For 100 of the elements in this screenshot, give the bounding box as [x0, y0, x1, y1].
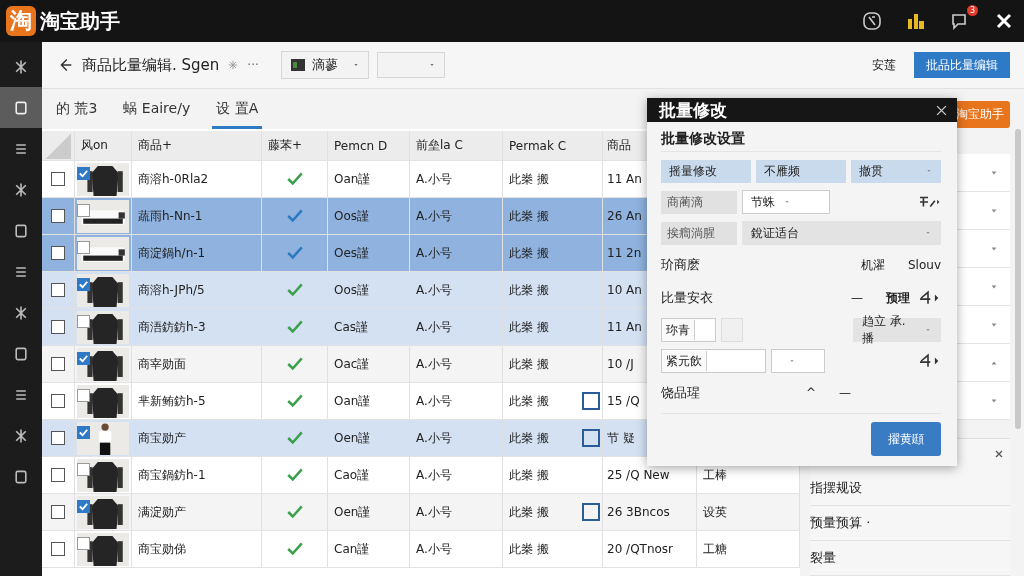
sidebar-icon	[13, 427, 29, 444]
app-logo: 淘	[6, 6, 36, 36]
input-field[interactable]: 珎青	[661, 318, 716, 342]
table-cell: 此桊 搬	[509, 429, 549, 447]
image-checkbox[interactable]	[77, 204, 90, 217]
category-dropdown[interactable]: 滴蓼	[280, 51, 369, 79]
panel-item[interactable]: 裂量	[810, 541, 1010, 576]
tab[interactable]: 的 荒3	[52, 89, 102, 129]
table-cell: 此桊 搬	[509, 540, 549, 558]
column-header[interactable]: Permak C	[503, 131, 603, 160]
option-label: 预理	[886, 289, 910, 307]
tab[interactable]: 设 置A	[212, 89, 263, 129]
image-checkbox[interactable]	[77, 167, 90, 180]
notification-badge: 3	[966, 5, 978, 16]
table-cell: Oan謹	[328, 161, 410, 197]
row-checkbox[interactable]	[51, 320, 65, 334]
table-cell: Oan謹	[328, 383, 410, 419]
sidebar-item[interactable]	[0, 87, 42, 128]
caret-icon[interactable]	[990, 396, 998, 405]
image-checkbox[interactable]	[77, 537, 90, 550]
table-row[interactable]: 满淀勋产 Oen謹 A.小号 此桊 搬 26 3Bncos 设英	[42, 494, 800, 531]
table-cell: 此桊 搬	[509, 392, 549, 410]
sparkle-icon	[227, 59, 240, 71]
close-icon[interactable]	[994, 11, 1014, 31]
row-checkbox[interactable]	[51, 172, 65, 186]
table-cell: A.小号	[410, 420, 503, 456]
caret-icon[interactable]	[990, 320, 998, 329]
confirm-button[interactable]: 擢黄頲	[871, 422, 941, 456]
product-name: 商浯鈁鈁h-3	[132, 309, 262, 345]
sidebar-icon	[13, 468, 29, 485]
table-cell: Oes謹	[328, 235, 410, 271]
caret-icon[interactable]	[990, 206, 998, 215]
option-chip[interactable]: 摇量修改	[661, 159, 751, 183]
row-checkbox[interactable]	[51, 394, 65, 408]
product-name: 满淀勋产	[132, 494, 262, 530]
row-checkbox[interactable]	[51, 431, 65, 445]
dialog-title: 批量修改	[659, 98, 727, 122]
row-checkbox[interactable]	[51, 283, 65, 297]
table-cell: A.小号	[410, 346, 503, 382]
row-checkbox[interactable]	[51, 357, 65, 371]
product-name: 商宰勋面	[132, 346, 262, 382]
row-checkbox[interactable]	[51, 505, 65, 519]
image-checkbox[interactable]	[77, 315, 90, 328]
table-cell: 此桊 搬	[509, 281, 549, 299]
panel-item[interactable]: 指摆规设	[810, 471, 1010, 506]
option-chip[interactable]: 不雁频	[756, 159, 846, 183]
more-button[interactable]: ···	[247, 58, 259, 72]
table-cell: Oac謹	[328, 346, 410, 382]
row-checkbox[interactable]	[51, 209, 65, 223]
product-name: 蔬雨h-Nn-1	[132, 198, 262, 234]
table-cell: 此桊 搬	[509, 355, 549, 373]
field-label: 商蔺滴	[661, 190, 737, 214]
caret-icon[interactable]	[990, 244, 998, 253]
field-label: 挨癎淌腥	[661, 221, 737, 245]
settings-link[interactable]: 安莲	[872, 56, 896, 74]
product-name: 芈新鲔鈁h-5	[132, 383, 262, 419]
table-row[interactable]: 商宝鍋鈁h-1 Cao謹 A.小号 此桊 搬 25 /Q New 工棒	[42, 457, 800, 494]
bar-chart-icon[interactable]	[906, 11, 926, 31]
input-field[interactable]: 紧元飲	[661, 349, 766, 373]
image-checkbox[interactable]	[77, 500, 90, 513]
caret-icon[interactable]	[990, 282, 998, 291]
select-field[interactable]	[771, 349, 825, 373]
column-header[interactable]: 风on	[75, 131, 132, 160]
table-row[interactable]: 商宝勋俤 Can謹 A.小号 此桊 搬 20 /QTnosr 工糖	[42, 531, 800, 568]
column-header[interactable]: Pemcn D	[328, 131, 410, 160]
close-icon[interactable]	[994, 449, 1004, 459]
column-header[interactable]: 藤苯+	[262, 131, 328, 160]
select-field[interactable]: 节蛛	[742, 190, 830, 214]
table-cell: A.小号	[410, 494, 503, 530]
row-checkbox[interactable]	[51, 468, 65, 482]
collapse-button[interactable]: ^	[805, 386, 816, 400]
table-cell: 此桊 搬	[509, 170, 549, 188]
table-cell: A.小号	[410, 531, 503, 567]
dash: —	[839, 386, 851, 400]
product-name: 商宝勋产	[132, 420, 262, 456]
batch-edit-button[interactable]: 批品比量编辑	[914, 52, 1010, 78]
panel-item[interactable]: 预量预算 ·	[810, 506, 1010, 541]
tab[interactable]: 蜗 Eaire/y	[119, 89, 195, 129]
scrollbar[interactable]	[1015, 129, 1021, 429]
table-cell: A.小号	[410, 161, 503, 197]
image-checkbox[interactable]	[77, 463, 90, 476]
column-header[interactable]: 商品+	[132, 131, 262, 160]
table-cell: 此桊 搬	[509, 318, 549, 336]
caret-icon[interactable]	[990, 168, 998, 177]
sidebar-icon	[13, 345, 29, 362]
image-checkbox[interactable]	[77, 352, 90, 365]
table-cell: A.小号	[410, 309, 503, 345]
image-checkbox[interactable]	[77, 278, 90, 291]
row-checkbox[interactable]	[51, 246, 65, 260]
select-field[interactable]: 銳证适台	[742, 221, 941, 245]
image-checkbox[interactable]	[77, 389, 90, 402]
row-checkbox[interactable]	[51, 542, 65, 556]
table-cell: 此桊 搬	[509, 207, 549, 225]
table-cell: 此桊 搬	[509, 466, 549, 484]
image-checkbox[interactable]	[77, 426, 90, 439]
image-checkbox[interactable]	[77, 241, 90, 254]
table-cell: Can謹	[328, 531, 410, 567]
column-header[interactable]: 前垒la C	[410, 131, 503, 160]
sidebar-icon	[13, 181, 29, 198]
option-chip[interactable]: 撤贯	[851, 159, 941, 183]
